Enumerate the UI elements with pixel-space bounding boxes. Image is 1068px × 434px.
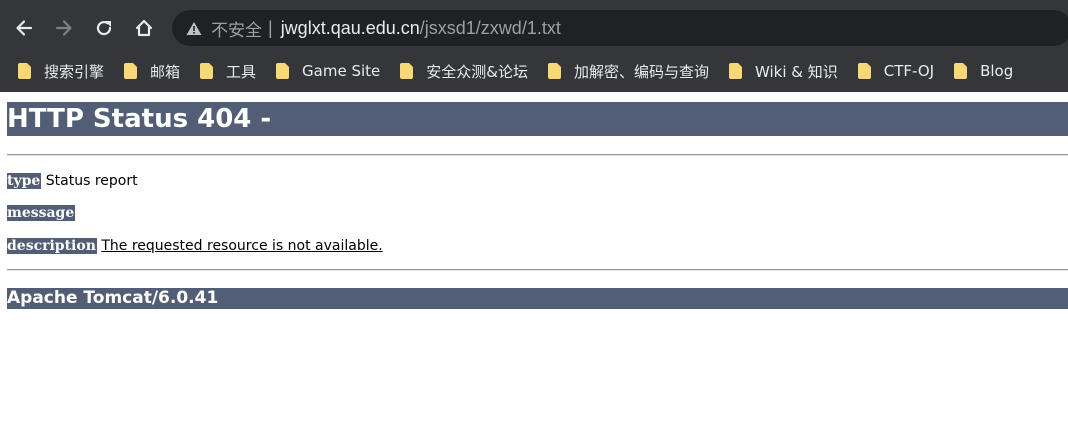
type-row: type Status report — [7, 172, 138, 190]
bookmark-game-site[interactable]: Game Site — [264, 56, 388, 86]
divider — [7, 269, 1068, 271]
folder-icon — [200, 63, 214, 79]
folder-icon — [857, 63, 872, 79]
url-text[interactable]: jwglxt.qau.edu.cn/jsxsd1/zxwd/1.txt — [281, 18, 561, 39]
type-label: type — [7, 173, 42, 189]
divider — [7, 154, 1068, 156]
bookmark-label: Wiki & 知识 — [755, 62, 838, 81]
bookmarks-bar: 搜索引擎 邮箱 工具 Game Site 安全众测&论坛 加解密、编码与查询 W… — [0, 52, 1068, 90]
bookmark-tools[interactable]: 工具 — [188, 56, 264, 86]
bookmark-search-engines[interactable]: 搜索引擎 — [0, 56, 112, 86]
bookmark-security-forums[interactable]: 安全众测&论坛 — [388, 56, 536, 86]
description-row: description The requested resource is no… — [7, 237, 383, 255]
bookmark-blog[interactable]: Blog — [942, 56, 1021, 86]
warning-icon[interactable] — [185, 19, 203, 37]
server-info: Apache Tomcat/6.0.41 — [7, 288, 1068, 309]
reload-icon — [96, 20, 112, 36]
bookmark-mail[interactable]: 邮箱 — [112, 56, 188, 86]
bookmark-crypto-encoding[interactable]: 加解密、编码与查询 — [536, 56, 717, 86]
bookmark-label: Game Site — [302, 62, 381, 80]
message-row: message — [7, 204, 76, 222]
bookmark-label: 安全众测&论坛 — [426, 62, 528, 81]
arrow-right-icon — [55, 20, 72, 36]
folder-icon — [547, 63, 562, 79]
folder-icon — [124, 63, 138, 79]
url-host: jwglxt.qau.edu.cn — [280, 17, 420, 38]
home-button[interactable] — [127, 11, 161, 45]
bookmark-wiki[interactable]: Wiki & 知识 — [717, 56, 846, 86]
description-label: description — [7, 238, 97, 254]
security-label[interactable]: 不安全 — [211, 16, 262, 41]
url-path: /jsxsd1/zxwd/1.txt — [419, 17, 561, 38]
page-content: HTTP Status 404 - type Status report mes… — [0, 92, 1068, 434]
folder-icon — [729, 63, 743, 79]
reload-button[interactable] — [87, 11, 121, 45]
address-bar[interactable]: 不安全 | jwglxt.qau.edu.cn/jsxsd1/zxwd/1.tx… — [172, 10, 1068, 46]
browser-toolbar: 不安全 | jwglxt.qau.edu.cn/jsxsd1/zxwd/1.tx… — [0, 0, 1068, 52]
type-value: Status report — [45, 173, 138, 189]
folder-icon — [954, 63, 968, 79]
bookmark-label: Blog — [980, 62, 1014, 80]
back-button[interactable] — [7, 11, 41, 45]
bookmark-label: 搜索引擎 — [44, 62, 105, 81]
description-value: The requested resource is not available. — [101, 238, 383, 254]
home-icon — [135, 19, 153, 37]
folder-icon — [18, 63, 32, 79]
browser-chrome: 不安全 | jwglxt.qau.edu.cn/jsxsd1/zxwd/1.tx… — [0, 0, 1068, 92]
bookmark-label: 邮箱 — [150, 62, 181, 81]
arrow-left-icon — [16, 20, 33, 36]
folder-icon — [276, 63, 290, 79]
forward-button[interactable] — [47, 11, 81, 45]
bookmark-label: 加解密、编码与查询 — [573, 62, 709, 81]
page-title: HTTP Status 404 - — [7, 102, 1068, 136]
bookmark-label: 工具 — [226, 62, 257, 81]
security-divider: | — [268, 17, 273, 38]
bookmark-label: CTF-OJ — [883, 62, 935, 80]
bookmark-ctf-oj[interactable]: CTF-OJ — [846, 56, 942, 86]
folder-icon — [400, 63, 414, 79]
message-label: message — [7, 205, 76, 221]
